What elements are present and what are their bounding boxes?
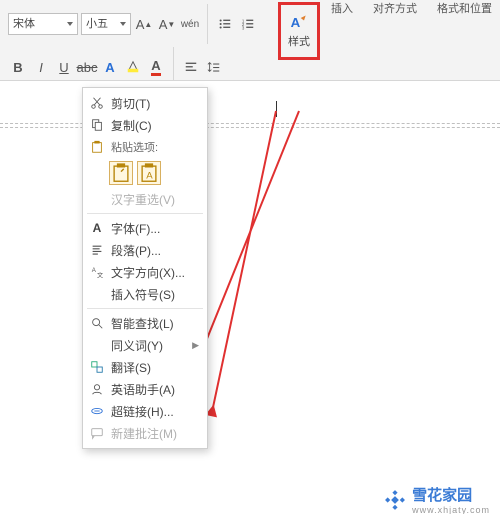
underline-icon[interactable]: U (54, 57, 74, 77)
menu-ime-reconvert: 汉字重选(V) (83, 188, 207, 210)
menu-paste-options[interactable]: 粘贴选项: (83, 136, 207, 158)
numbering-icon[interactable]: 123 (238, 14, 258, 34)
comment-icon (89, 425, 105, 441)
menu-translate[interactable]: 翻译(S) (83, 356, 207, 378)
font-name-select[interactable]: 宋体 (8, 13, 78, 35)
font-size-select[interactable]: 小五 (81, 13, 131, 35)
translate-icon (89, 359, 105, 375)
assistant-icon (89, 381, 105, 397)
bold-icon[interactable]: B (8, 57, 28, 77)
link-icon (89, 403, 105, 419)
font-a-icon: A (89, 220, 105, 236)
tab-row: 插入 对齐方式 格式和位置 (331, 0, 492, 16)
submenu-arrow-icon: ▶ (192, 340, 199, 351)
snowflake-logo-icon (384, 489, 406, 511)
text-effects-icon[interactable]: A (100, 57, 120, 77)
phonetic-guide-icon[interactable]: wén (180, 14, 200, 34)
paste-keep-formatting-icon[interactable] (109, 161, 133, 185)
paste-options-row: A (83, 158, 207, 188)
annotation-arrow (193, 111, 300, 371)
tab-format[interactable]: 格式和位置 (437, 0, 492, 16)
styles-button[interactable]: A 样式 (278, 2, 320, 60)
watermark: 雪花家园 www.xhjaty.com (384, 484, 490, 514)
ribbon: 插入 对齐方式 格式和位置 宋体 小五 A▲ A▼ wén 123 B I U … (0, 0, 500, 81)
font-color-icon[interactable]: A (146, 57, 166, 77)
menu-new-comment: 新建批注(M) (83, 422, 207, 444)
menu-text-direction[interactable]: A文 文字方向(X)... (83, 261, 207, 283)
annotation-arrow (211, 111, 277, 415)
tab-insert[interactable]: 插入 (331, 0, 353, 16)
strikethrough-icon[interactable]: abc (77, 57, 97, 77)
grow-font-icon[interactable]: A▲ (134, 14, 154, 34)
menu-synonyms[interactable]: 同义词(Y)▶ (83, 334, 207, 356)
line-spacing-icon[interactable] (204, 57, 224, 77)
menu-insert-symbol[interactable]: 插入符号(S) (83, 283, 207, 305)
svg-text:A: A (291, 15, 301, 30)
text-direction-icon: A文 (89, 264, 105, 280)
search-icon (89, 315, 105, 331)
menu-paragraph[interactable]: 段落(P)... (83, 239, 207, 261)
ruler-line (0, 127, 500, 128)
copy-icon (89, 117, 105, 133)
scissors-icon (89, 95, 105, 111)
menu-copy[interactable]: 复制(C) (83, 114, 207, 136)
svg-text:A: A (92, 267, 97, 274)
watermark-name: 雪花家园 (412, 484, 490, 505)
menu-font[interactable]: A 字体(F)... (83, 217, 207, 239)
watermark-url: www.xhjaty.com (412, 505, 490, 514)
italic-icon[interactable]: I (31, 57, 51, 77)
highlight-icon[interactable] (123, 57, 143, 77)
tab-align[interactable]: 对齐方式 (373, 0, 417, 16)
paragraph-icon (89, 242, 105, 258)
ruler-line (0, 123, 500, 124)
bullets-icon[interactable] (215, 14, 235, 34)
svg-text:A: A (146, 171, 153, 182)
align-icon[interactable] (181, 57, 201, 77)
menu-hyperlink[interactable]: 超链接(H)... (83, 400, 207, 422)
document-area[interactable]: 剪切(T) 复制(C) 粘贴选项: A 汉字重选(V) A 字体(F)... 段… (0, 81, 500, 514)
menu-cut[interactable]: 剪切(T) (83, 92, 207, 114)
menu-english-assistant[interactable]: 英语助手(A) (83, 378, 207, 400)
paste-icon (89, 139, 105, 155)
svg-text:3: 3 (242, 25, 245, 30)
svg-text:文: 文 (97, 271, 103, 279)
context-menu: 剪切(T) 复制(C) 粘贴选项: A 汉字重选(V) A 字体(F)... 段… (82, 87, 208, 449)
styles-label: 样式 (288, 33, 310, 49)
menu-smart-lookup[interactable]: 智能查找(L) (83, 312, 207, 334)
shrink-font-icon[interactable]: A▼ (157, 14, 177, 34)
paste-text-only-icon[interactable]: A (137, 161, 161, 185)
